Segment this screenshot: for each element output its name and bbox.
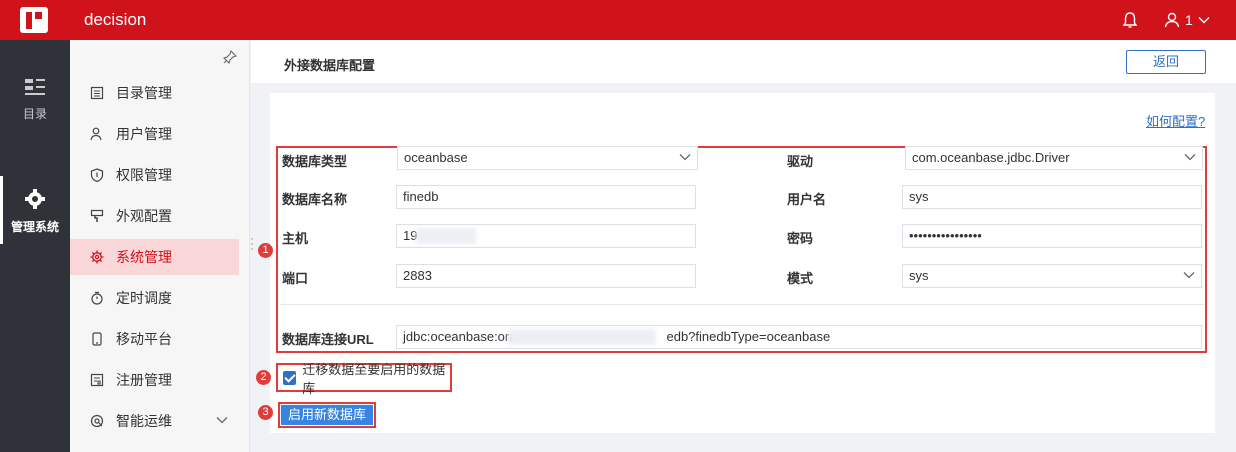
menu-item-catalog-management[interactable]: 目录管理 <box>70 75 239 111</box>
db-type-select[interactable]: oceanbase <box>397 146 698 170</box>
driver-value: com.oceanbase.jdbc.Driver <box>912 150 1070 165</box>
gear-icon <box>90 250 104 264</box>
user-icon <box>1164 12 1180 28</box>
menu-label: 权限管理 <box>116 167 172 183</box>
menu-item-permission-management[interactable]: 权限管理 <box>70 157 239 193</box>
url-label: 数据库连接URL <box>282 332 374 347</box>
step-badge-2: 2 <box>256 370 271 385</box>
menu-label: 注册管理 <box>116 372 172 388</box>
top-bar: decision 1 <box>0 0 1236 40</box>
db-name-input[interactable]: finedb <box>396 185 696 209</box>
db-config-form-highlight <box>276 146 1207 353</box>
form-divider <box>280 304 1204 305</box>
port-label: 端口 <box>282 271 309 286</box>
enable-new-db-button[interactable]: 启用新数据库 <box>281 405 373 425</box>
rail-item-management-label: 管理系统 <box>10 220 59 234</box>
menu-label: 智能运维 <box>116 413 172 429</box>
driver-label: 驱动 <box>787 154 814 169</box>
catalog-icon <box>25 79 45 95</box>
mobile-icon <box>92 332 102 346</box>
host-label: 主机 <box>282 231 309 246</box>
migrate-checkbox[interactable] <box>283 370 297 385</box>
menu-label: 定时调度 <box>116 290 172 306</box>
password-input[interactable]: •••••••••••••••• <box>902 224 1202 248</box>
port-input[interactable]: 2883 <box>396 264 696 288</box>
menu-item-mobile-platform[interactable]: 移动平台 <box>70 321 239 357</box>
username-label: 用户名 <box>787 192 827 207</box>
app-name: decision <box>84 10 147 29</box>
db-type-value: oceanbase <box>404 150 468 165</box>
url-value-suffix: edb?finedbType=oceanbase <box>666 329 831 344</box>
rail-item-catalog[interactable]: 目录 <box>0 77 70 122</box>
left-rail: 目录 管理系统 <box>0 40 70 452</box>
side-menu: 目录管理 用户管理 权限管理 外观配置 系统管理 定时调度 移动平台 注册管理 … <box>70 40 250 452</box>
how-to-config-link[interactable]: 如何配置? <box>1146 111 1205 130</box>
password-label: 密码 <box>787 231 814 246</box>
driver-select[interactable]: com.oceanbase.jdbc.Driver <box>905 146 1203 170</box>
shield-icon <box>90 168 104 182</box>
menu-label: 系统管理 <box>116 249 172 265</box>
gear-icon <box>25 189 45 209</box>
migrate-option[interactable]: 迁移数据至要启用的数据库 <box>276 362 452 396</box>
menu-item-user-management[interactable]: 用户管理 <box>70 116 239 152</box>
pin-icon[interactable] <box>223 50 237 64</box>
chevron-down-icon <box>216 417 228 424</box>
schema-select[interactable]: sys <box>902 264 1202 288</box>
content-header: 外接数据库配置 返回 <box>251 40 1236 83</box>
redacted-host <box>416 228 476 244</box>
menu-label: 用户管理 <box>116 126 172 142</box>
chevron-down-icon <box>679 154 691 161</box>
rail-item-management[interactable]: 管理系统 <box>0 176 70 244</box>
brush-icon <box>90 209 104 222</box>
chevron-down-icon <box>1183 272 1195 279</box>
url-value-prefix: jdbc:oceanbase:ora <box>403 329 517 344</box>
register-icon <box>90 373 104 387</box>
menu-item-registration-management[interactable]: 注册管理 <box>70 362 239 398</box>
list-icon <box>90 86 104 100</box>
migrate-label: 迁移数据至要启用的数据库 <box>302 361 446 396</box>
menu-item-appearance-config[interactable]: 外观配置 <box>70 198 239 234</box>
menu-label: 外观配置 <box>116 208 172 224</box>
collapse-handle[interactable]: · · · <box>250 232 254 254</box>
user-icon <box>90 127 102 141</box>
timer-icon <box>91 291 103 305</box>
username-input[interactable]: sys <box>902 185 1202 209</box>
chevron-down-icon <box>1198 17 1210 24</box>
chevron-down-icon <box>1184 154 1196 161</box>
logo-icon[interactable] <box>20 7 48 33</box>
schema-label: 模式 <box>787 271 814 286</box>
user-menu[interactable]: 1 <box>1164 9 1210 31</box>
user-name: 1 <box>1185 12 1193 28</box>
page-title: 外接数据库配置 <box>284 58 376 73</box>
menu-item-scheduling[interactable]: 定时调度 <box>70 280 239 316</box>
rail-item-catalog-label: 目录 <box>22 107 47 121</box>
menu-item-intelligent-ops[interactable]: 智能运维 <box>70 403 239 439</box>
step-badge-3: 3 <box>258 405 273 420</box>
schema-value: sys <box>909 268 929 283</box>
ops-icon <box>90 414 104 428</box>
menu-item-system-management[interactable]: 系统管理 <box>70 239 239 275</box>
db-type-label: 数据库类型 <box>282 154 348 169</box>
menu-label: 目录管理 <box>116 85 172 101</box>
step-badge-1: 1 <box>258 243 273 258</box>
redacted-url <box>508 329 656 345</box>
db-name-label: 数据库名称 <box>282 192 348 207</box>
enable-button-highlight: 启用新数据库 <box>278 402 376 428</box>
back-button[interactable]: 返回 <box>1126 50 1206 74</box>
menu-label: 移动平台 <box>116 331 172 347</box>
bell-icon[interactable] <box>1122 11 1138 29</box>
